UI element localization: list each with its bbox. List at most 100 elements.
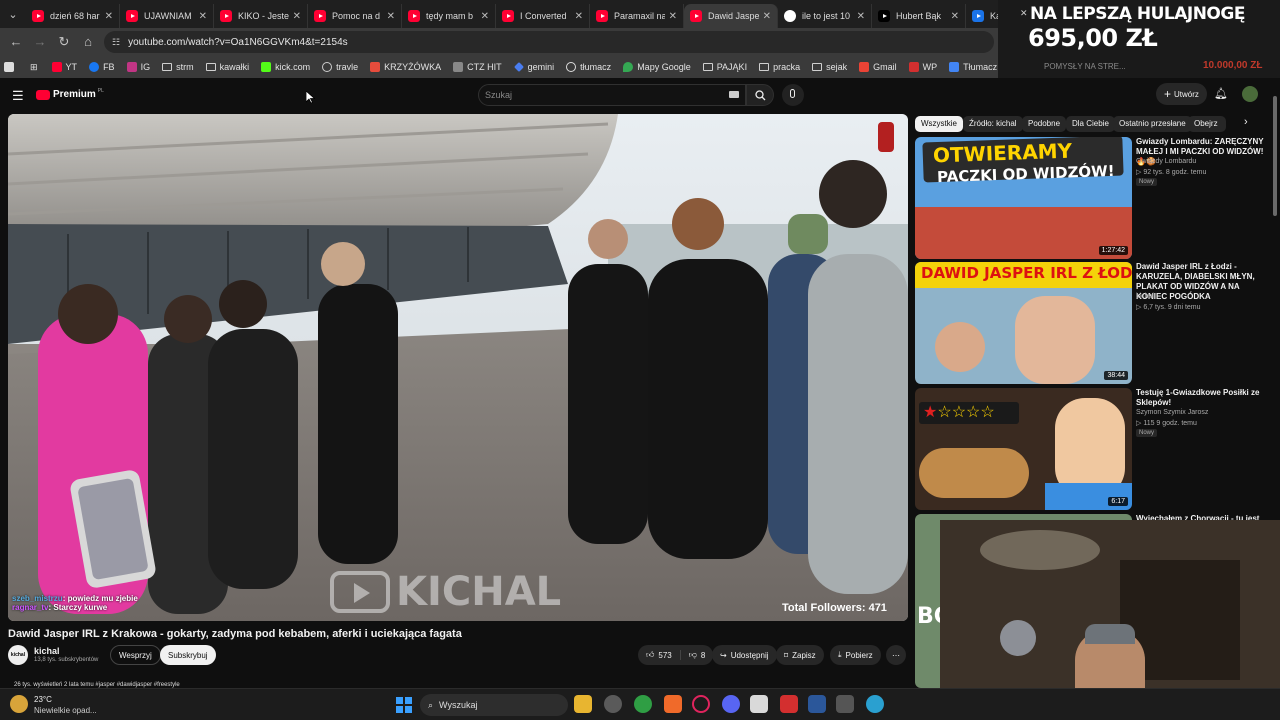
save-button[interactable]: ⌑ Zapisz bbox=[776, 645, 824, 665]
chevron-right-icon[interactable]: › bbox=[1244, 116, 1248, 128]
bookmark-wp[interactable]: WP bbox=[908, 62, 937, 72]
youtube-icon bbox=[51, 62, 62, 72]
bookmark-tlumacz[interactable]: Tłumacz bbox=[949, 62, 997, 72]
discord-icon[interactable] bbox=[722, 695, 740, 713]
back-arrow-icon[interactable]: ← bbox=[8, 34, 24, 50]
subscribe-button[interactable]: Subskrybuj bbox=[160, 645, 216, 665]
chip-obejrzane[interactable]: Obejrz bbox=[1188, 116, 1226, 132]
weather-temp[interactable]: 23°C bbox=[34, 695, 52, 704]
rec-channel[interactable]: Szymon Szymix Jarosz bbox=[1136, 409, 1208, 416]
opera-icon[interactable] bbox=[692, 695, 710, 713]
bookmark-travle[interactable]: travle bbox=[322, 62, 358, 72]
word-icon[interactable] bbox=[808, 695, 826, 713]
forward-arrow-icon[interactable]: → bbox=[32, 34, 48, 50]
keyboard-icon[interactable] bbox=[729, 91, 739, 98]
bookmark-tlumacz-gpt[interactable]: tłumacz bbox=[566, 62, 611, 72]
browser-tab[interactable]: Hubert Bąk ✕ bbox=[872, 4, 966, 28]
bookmark-fb[interactable]: FB bbox=[89, 62, 115, 72]
obs-icon[interactable] bbox=[604, 695, 622, 713]
close-tab-icon[interactable]: ✕ bbox=[387, 11, 395, 22]
browser-tab[interactable]: Pomoc na d ✕ bbox=[308, 4, 402, 28]
bookmark-folder-pracka[interactable]: pracka bbox=[759, 62, 800, 72]
bookmark-ctz-hit[interactable]: CTZ HIT bbox=[453, 62, 502, 72]
address-bar[interactable]: ☷ youtube.com/watch?v=Oa1N6GGVKm4&t=2154… bbox=[104, 31, 994, 53]
chrome-icon[interactable] bbox=[634, 695, 652, 713]
bookmark-folder-kawalki[interactable]: kawałki bbox=[205, 62, 249, 72]
voice-search-button[interactable] bbox=[782, 84, 804, 106]
close-tab-icon[interactable]: ✕ bbox=[857, 11, 865, 22]
rec-title[interactable]: Testuję 1-Gwiazdkowe Posiłki ze Sklepów! bbox=[1136, 388, 1266, 408]
bookmark-ig[interactable]: IG bbox=[126, 62, 150, 72]
close-tab-icon[interactable]: ✕ bbox=[481, 11, 489, 22]
bookmark-folder-pajaki[interactable]: PAJĄKI bbox=[702, 62, 747, 72]
brave-icon[interactable] bbox=[664, 695, 682, 713]
bookmark-gmail[interactable]: Gmail bbox=[859, 62, 897, 72]
channel-name[interactable]: kichal bbox=[34, 646, 60, 656]
chip-wszystkie[interactable]: Wszystkie bbox=[915, 116, 963, 132]
close-tab-icon[interactable]: ✕ bbox=[199, 11, 207, 22]
bookmark-yt[interactable]: YT bbox=[51, 62, 77, 72]
rec-title[interactable]: Dawid Jasper IRL z Łodzi - KARUZELA, DIA… bbox=[1136, 262, 1266, 302]
browser-tab[interactable]: UJAWNIAM ✕ bbox=[120, 4, 214, 28]
browser-tab[interactable]: ile to jest 10 ✕ bbox=[778, 4, 872, 28]
close-tab-icon[interactable]: ✕ bbox=[293, 11, 301, 22]
chip-podobne[interactable]: Podobne bbox=[1022, 116, 1067, 132]
avatar[interactable] bbox=[1242, 86, 1258, 102]
support-button[interactable]: Wesprzyj bbox=[110, 645, 161, 665]
bookmark-krzyzowka[interactable]: KRZYŻÓWKA bbox=[370, 62, 441, 72]
calculator-icon[interactable] bbox=[836, 695, 854, 713]
active-app-icon[interactable] bbox=[750, 695, 768, 713]
rec-thumbnail[interactable]: DAWID JASPER IRL Z ŁODZI 38:44 bbox=[915, 262, 1132, 384]
download-button[interactable]: ⤓ Pobierz bbox=[830, 645, 881, 665]
file-explorer-icon[interactable] bbox=[574, 695, 592, 713]
bookmark-folder-strm[interactable]: strm bbox=[162, 62, 194, 72]
youtube-premium-logo[interactable]: Premium PL bbox=[36, 88, 104, 100]
close-tab-icon[interactable]: ✕ bbox=[669, 11, 677, 22]
apps-grid-icon[interactable]: ⊞ bbox=[30, 62, 38, 73]
more-actions-button[interactable]: ⋯ bbox=[886, 645, 906, 665]
bookmark-kick[interactable]: kick.com bbox=[261, 62, 310, 72]
notifications-bell-icon[interactable]: 🔔︎ bbox=[1214, 87, 1228, 100]
chip-ostatnio-przeslane[interactable]: Ostatnio przesłane bbox=[1113, 116, 1192, 132]
search-button[interactable] bbox=[746, 84, 774, 106]
chip-zrodlo[interactable]: Źródło: kichal bbox=[963, 116, 1023, 132]
browser-tab[interactable]: I Converted ✕ bbox=[496, 4, 590, 28]
taskbar-search[interactable]: ⌕ Wyszukaj bbox=[420, 694, 568, 716]
weather-icon[interactable] bbox=[10, 695, 28, 713]
hamburger-menu-icon[interactable]: ☰ bbox=[12, 88, 24, 104]
windows-start-icon[interactable] bbox=[396, 697, 412, 713]
browser-tab[interactable]: tędy mam b ✕ bbox=[402, 4, 496, 28]
channel-avatar[interactable]: kichal bbox=[8, 645, 28, 665]
sidebar-toggle-icon[interactable] bbox=[4, 62, 18, 72]
reload-icon[interactable]: ↻ bbox=[56, 34, 72, 50]
browser-tab[interactable]: Paramaxil na ✕ bbox=[590, 4, 684, 28]
rec-channel[interactable]: kichal bbox=[1136, 293, 1154, 300]
globe-app-icon[interactable] bbox=[866, 695, 884, 713]
close-tab-icon[interactable]: ✕ bbox=[105, 11, 113, 22]
weather-desc[interactable]: Niewielkie opad... bbox=[34, 706, 97, 715]
bookmark-maps[interactable]: Mapy Google bbox=[623, 62, 691, 72]
streamlabs-icon[interactable] bbox=[780, 695, 798, 713]
video-player[interactable]: KICHAL Total Followers: 471 szeb_mistrzu… bbox=[8, 114, 908, 621]
tab-search-dropdown-icon[interactable]: ⌄ bbox=[0, 0, 26, 28]
site-info-icon[interactable]: ☷ bbox=[112, 37, 120, 48]
browser-tab[interactable]: dzień 68 har ✕ bbox=[26, 4, 120, 28]
close-tab-icon[interactable]: ✕ bbox=[951, 11, 959, 22]
dislike-button[interactable]: 👎︎ 8 bbox=[681, 650, 714, 660]
create-button[interactable]: + Utwórz bbox=[1156, 83, 1207, 105]
rec-channel[interactable]: Gwiazdy Lombardu bbox=[1136, 158, 1196, 165]
home-icon[interactable]: ⌂ bbox=[80, 34, 96, 50]
close-tab-icon[interactable]: ✕ bbox=[575, 11, 583, 22]
share-button[interactable]: ↪ Udostępnij bbox=[712, 645, 777, 665]
browser-tab[interactable]: KIKO - Jeste ✕ bbox=[214, 4, 308, 28]
rec-thumbnail[interactable]: ★☆☆☆☆ 6:17 bbox=[915, 388, 1132, 510]
bookmark-gemini[interactable]: gemini bbox=[513, 62, 554, 72]
bookmark-folder-sejak[interactable]: sejak bbox=[812, 62, 847, 72]
like-button[interactable]: 👍︎ 573 bbox=[638, 650, 681, 660]
rec-thumbnail[interactable]: OTWIERAMY PACZKI OD WIDZÓW! 1:27:42 bbox=[915, 137, 1132, 259]
search-input[interactable]: Szukaj bbox=[478, 84, 746, 106]
rec-meta: ▷ 92 tys. 8 godz. temu bbox=[1136, 169, 1207, 176]
chip-dla-ciebie[interactable]: Dla Ciebie bbox=[1066, 116, 1115, 132]
browser-tab-active[interactable]: Dawid Jaspe ✕ bbox=[684, 4, 778, 28]
close-tab-icon[interactable]: ✕ bbox=[763, 11, 771, 22]
